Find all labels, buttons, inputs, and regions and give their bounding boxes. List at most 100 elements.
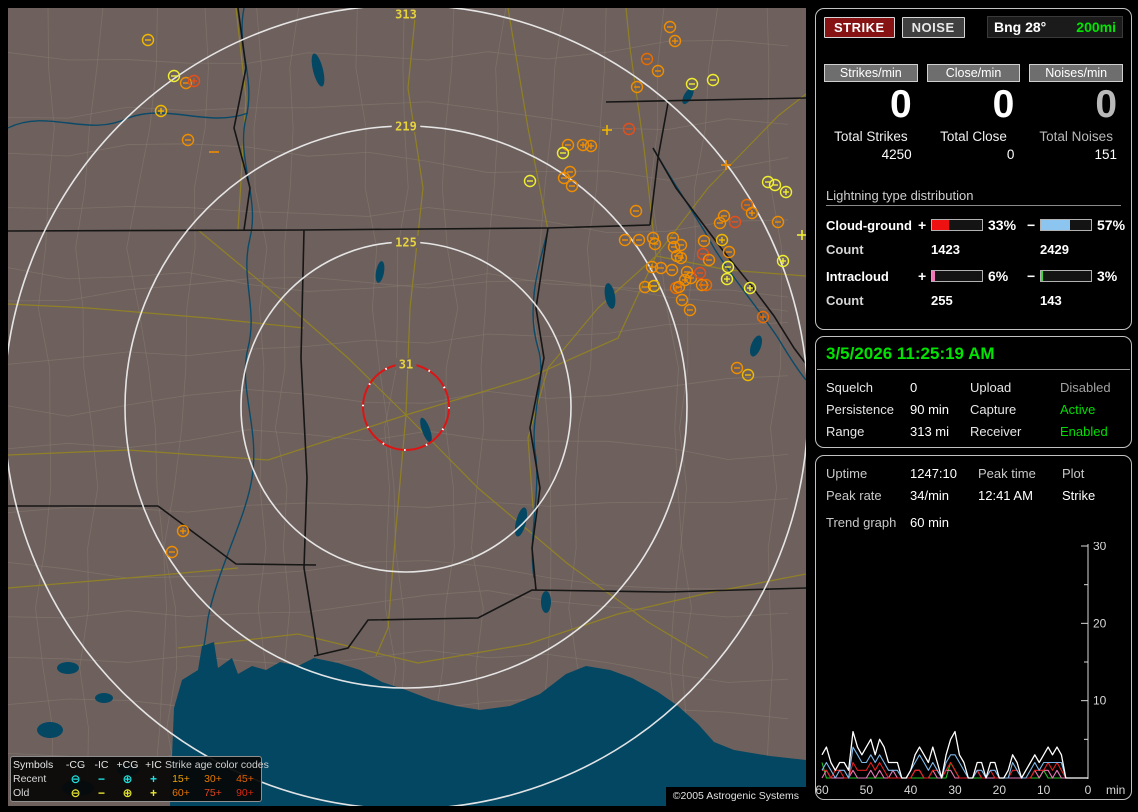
legend-col-ic-neg: -IC (94, 758, 109, 771)
persistence-value: 90 min (910, 402, 950, 417)
cg-count-label: Count (826, 242, 864, 257)
ring-label-219: 219 (395, 120, 417, 134)
intracloud-row: Intracloud + 6% − 3% (816, 268, 1131, 284)
upload-status: Disabled (1060, 380, 1111, 395)
y-tick-label: 30 (1093, 542, 1107, 553)
close-per-min-value: 0 (992, 83, 1015, 126)
x-tick-label: 40 (904, 783, 918, 797)
cloud-ground-label: Cloud-ground (826, 217, 912, 233)
bearing-range-display[interactable]: Bng 28° 200mi (987, 16, 1123, 38)
uptime-label: Uptime (826, 466, 868, 481)
strike-toggle-button[interactable]: STRIKE (824, 16, 895, 38)
ring-label-125: 125 (395, 236, 417, 250)
strikes-per-min-value: 0 (889, 83, 912, 126)
noise-toggle-button[interactable]: NOISE (901, 16, 965, 38)
cg-pos-old-icon: ⊕ (122, 785, 133, 800)
cg-pos-percent: 33% (988, 217, 1017, 233)
cg-pos-recent-icon: ⊕ (122, 771, 133, 786)
trend-graph-value: 60 min (910, 515, 950, 530)
datetime-display: 3/5/2026 11:25:19 AM (826, 344, 995, 363)
lightning-map[interactable]: 313 219 125 31 Symbols -CG -IC +CG +IC Stri… (8, 8, 806, 806)
total-noises-value: 151 (1094, 147, 1118, 162)
age-45: 45+ (236, 772, 254, 785)
age-30: 30+ (204, 772, 222, 785)
age-60: 60+ (172, 786, 190, 799)
legend-age-header: Strike age color codes (165, 758, 269, 771)
bearing-value: Bng 28° (994, 19, 1047, 35)
uptime-value: 1247:10 (910, 466, 957, 481)
close-column: Close/min 0 Total Close 0 (926, 64, 1021, 162)
ic-minus-sign: − (1027, 268, 1036, 284)
squelch-value: 0 (910, 380, 918, 395)
strikes-per-min-button[interactable]: Strikes/min (824, 64, 918, 82)
ic-neg-count: 143 (1040, 293, 1062, 308)
trend-graph-label: Trend graph (826, 515, 897, 530)
trend-series-CG- (821, 746, 1088, 779)
cloud-ground-row: Cloud-ground + 33% − 57% (816, 217, 1131, 233)
y-tick-label: 10 (1093, 694, 1107, 708)
peak-time-label: Peak time (978, 466, 1036, 481)
x-tick-label: 0 (1085, 783, 1092, 797)
ic-plus-sign: + (918, 268, 927, 284)
y-tick-label: 20 (1093, 616, 1107, 630)
trend-series-IC+ (821, 769, 1088, 779)
legend-row-recent-label: Recent (13, 772, 47, 785)
receiver-label: Receiver (970, 424, 1022, 439)
close-per-min-button[interactable]: Close/min (926, 64, 1021, 82)
total-close-value: 0 (1006, 147, 1015, 162)
x-axis-unit: min (1106, 783, 1125, 797)
distribution-title: Lightning type distribution (826, 188, 1121, 206)
receiver-status: Enabled (1060, 424, 1108, 439)
cg-plus-sign: + (918, 217, 927, 233)
total-noises-label: Total Noises (1039, 129, 1113, 144)
noises-per-min-button[interactable]: Noises/min (1029, 64, 1124, 82)
cg-neg-old-icon: ⊖ (70, 785, 81, 800)
cg-neg-count: 2429 (1040, 242, 1069, 257)
ic-pos-bar (931, 270, 983, 282)
nexstorm-app: 313 219 125 31 Symbols -CG -IC +CG +IC Stri… (0, 0, 1138, 812)
cloud-ground-count-row: Count 1423 2429 (816, 242, 1131, 257)
cg-neg-recent-icon: ⊖ (70, 771, 81, 786)
noises-column: Noises/min 0 Total Noises 151 (1029, 64, 1124, 162)
map-symbol-legend: Symbols -CG -IC +CG +IC Strike age color… (10, 756, 269, 802)
ring-label-313: 313 (395, 8, 417, 22)
legend-col-cg-pos: +CG (116, 758, 139, 771)
plot-label: Plot (1062, 466, 1085, 481)
squelch-label: Squelch (826, 380, 873, 395)
ic-count-label: Count (826, 293, 864, 308)
strikes-column: Strikes/min 0 Total Strikes 4250 (824, 64, 918, 162)
total-close-label: Total Close (940, 129, 1007, 144)
peak-time-value: 12:41 AM (978, 488, 1033, 503)
persistence-label: Persistence (826, 402, 894, 417)
range-setting-value: 313 mi (910, 424, 950, 439)
range-setting-label: Range (826, 424, 865, 439)
side-panel: STRIKE NOISE Bng 28° 200mi Strikes/min 0… (815, 0, 1132, 812)
cg-minus-sign: − (1027, 217, 1036, 233)
cg-pos-count: 1423 (931, 242, 960, 257)
plot-value: Strike (1062, 488, 1096, 503)
trend-graph: 10 20 30 60 50 40 30 20 10 0 min (816, 542, 1125, 797)
ic-neg-recent-icon: − (97, 771, 105, 786)
x-tick-label: 60 (816, 783, 829, 797)
age-90: 90+ (236, 786, 254, 799)
strike-counters-panel: STRIKE NOISE Bng 28° 200mi Strikes/min 0… (815, 8, 1132, 330)
ring-label-31: 31 (399, 358, 413, 372)
legend-symbols-header: Symbols (13, 758, 54, 771)
peak-rate-value: 34/min (910, 488, 950, 503)
trend-panel: Uptime 1247:10 Peak time Plot Peak rate … (815, 455, 1132, 800)
legend-row-old-label: Old (13, 786, 30, 799)
capture-status: Active (1060, 402, 1096, 417)
x-tick-label: 30 (948, 783, 962, 797)
ic-neg-bar (1040, 270, 1092, 282)
total-strikes-label: Total Strikes (834, 129, 908, 144)
age-75: 75+ (204, 786, 222, 799)
cg-neg-bar (1040, 219, 1092, 231)
ic-neg-percent: 3% (1097, 268, 1118, 284)
capture-label: Capture (970, 402, 1017, 417)
cg-pos-bar (931, 219, 983, 231)
ic-pos-recent-icon: + (149, 771, 157, 786)
ic-pos-old-icon: + (149, 785, 157, 800)
peak-rate-label: Peak rate (826, 488, 882, 503)
ic-pos-percent: 6% (988, 268, 1009, 284)
age-15: 15+ (172, 772, 190, 785)
